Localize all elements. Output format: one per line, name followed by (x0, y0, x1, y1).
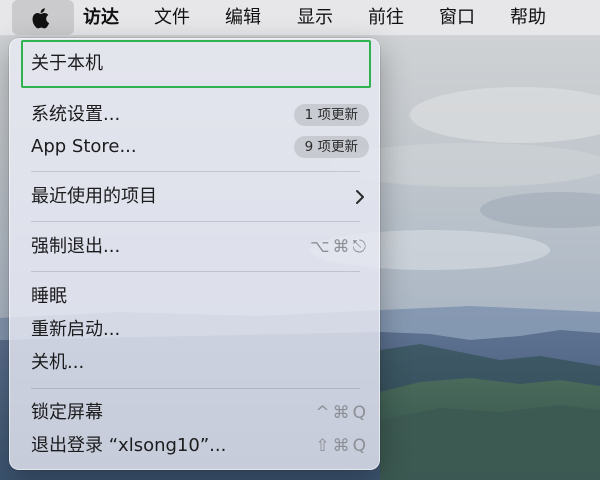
menu-item-shutdown-label: 关机... (31, 352, 85, 373)
menu-item-about[interactable]: 关于本机 (21, 40, 371, 88)
updates-badge: 1 项更新 (293, 104, 369, 126)
keyboard-shortcut: ⇧⌘Q (315, 436, 369, 456)
apple-dropdown-menu: 关于本机 系统设置... 1 项更新 App Store... 9 项更新 最近… (9, 38, 380, 470)
menu-item-lock-screen-label: 锁定屏幕 (31, 402, 103, 423)
menubar-item-view[interactable]: 显示 (297, 0, 333, 35)
menubar-item-finder[interactable]: 访达 (83, 0, 119, 35)
menu-item-app-store[interactable]: App Store... 9 项更新 (22, 132, 369, 162)
menu-item-app-store-label: App Store... (31, 136, 137, 157)
menu-item-recent-items[interactable]: 最近使用的项目 (22, 182, 369, 212)
menu-item-logout[interactable]: 退出登录 “xlsong10”... ⇧⌘Q (22, 431, 369, 461)
menubar-item-edit[interactable]: 编辑 (225, 0, 261, 35)
menubar-item-file[interactable]: 文件 (154, 0, 190, 35)
menu-separator (31, 171, 360, 172)
apple-logo-icon (32, 8, 50, 29)
menubar-item-help[interactable]: 帮助 (510, 0, 546, 35)
apple-menu-button[interactable] (12, 0, 74, 35)
menu-item-about-label: 关于本机 (31, 53, 103, 74)
menu-item-shutdown[interactable]: 关机... (22, 348, 369, 378)
menu-item-force-quit-label: 强制退出... (31, 236, 121, 257)
menu-separator (31, 221, 360, 222)
menu-item-recent-items-label: 最近使用的项目 (31, 186, 157, 207)
menu-item-lock-screen[interactable]: 锁定屏幕 ^⌘Q (22, 398, 369, 428)
menu-item-sleep-label: 睡眠 (31, 286, 67, 307)
menubar-item-window[interactable]: 窗口 (439, 0, 475, 35)
keyboard-shortcut: ⌥⌘⎋ (309, 237, 369, 257)
menu-bar: 访达 文件 编辑 显示 前往 窗口 帮助 (0, 0, 600, 36)
menu-item-restart-label: 重新启动... (31, 319, 121, 340)
menu-item-restart[interactable]: 重新启动... (22, 315, 369, 345)
menu-item-sleep[interactable]: 睡眠 (22, 282, 369, 312)
chevron-right-icon (356, 190, 364, 204)
menu-item-logout-label: 退出登录 “xlsong10”... (31, 435, 227, 456)
menu-separator (31, 271, 360, 272)
updates-badge: 9 项更新 (293, 136, 369, 158)
menubar-item-go[interactable]: 前往 (368, 0, 404, 35)
menu-item-system-settings[interactable]: 系统设置... 1 项更新 (22, 100, 369, 130)
menu-item-force-quit[interactable]: 强制退出... ⌥⌘⎋ (22, 232, 369, 262)
keyboard-shortcut: ^⌘Q (315, 403, 369, 423)
menu-item-system-settings-label: 系统设置... (31, 104, 121, 125)
menu-separator (31, 388, 360, 389)
